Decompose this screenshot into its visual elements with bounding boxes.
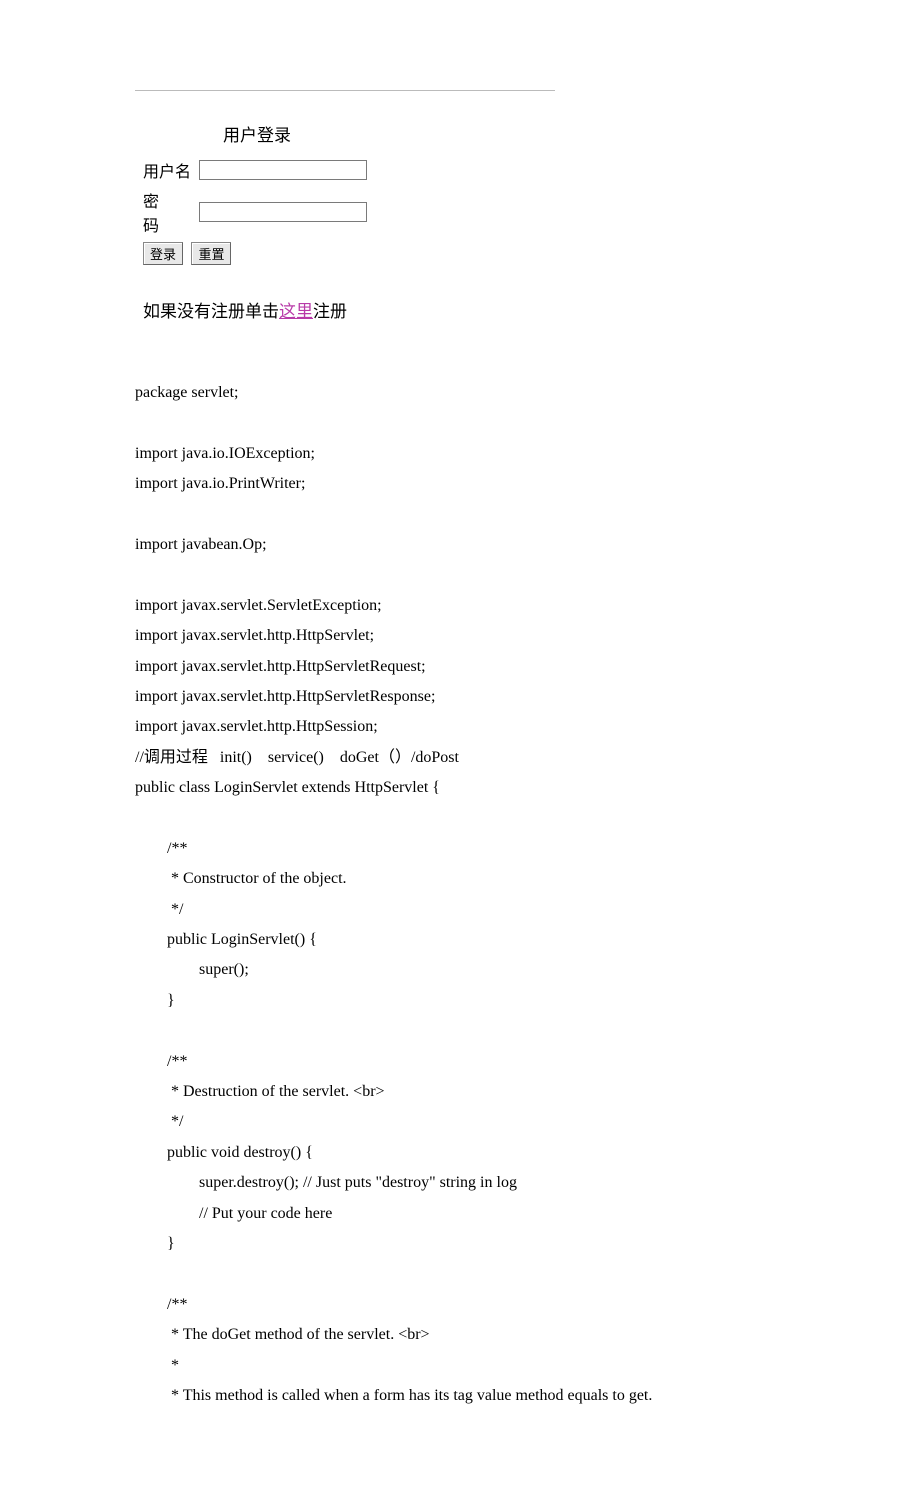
code-line: } [135,992,175,1009]
divider-line [135,90,555,91]
code-line: /** [135,840,187,857]
login-title: 用户登录 [223,121,785,146]
code-line: import java.io.PrintWriter; [135,475,305,492]
code-line: import javax.servlet.http.HttpServletRes… [135,688,435,705]
register-prefix: 如果没有注册单击 [143,302,279,321]
register-line: 如果没有注册单击这里注册 [143,297,785,322]
code-line: public LoginServlet() { [135,931,317,948]
document-page: 用户登录 用户名 密 码 登录 重置 如果没有注册单击这里注册 package … [0,0,920,1501]
username-input[interactable] [199,160,367,180]
code-line: import javax.servlet.http.HttpSession; [135,718,378,735]
code-line: * This method is called when a form has … [135,1387,652,1404]
code-line: public class LoginServlet extends HttpSe… [135,779,440,796]
code-line: */ [135,1113,183,1130]
code-line: import javax.servlet.http.HttpServlet; [135,627,374,644]
code-line: package servlet; [135,384,239,401]
code-line: import javabean.Op; [135,536,267,553]
login-button[interactable]: 登录 [143,242,183,265]
username-row: 用户名 [143,158,785,182]
code-line: super(); [135,961,249,978]
login-form: 用户登录 用户名 密 码 登录 重置 如果没有注册单击这里注册 [143,121,785,322]
password-label: 密 码 [143,188,199,236]
code-line: // Put your code here [135,1205,332,1222]
code-line: /** [135,1296,187,1313]
code-line: import java.io.IOException; [135,445,315,462]
code-line: /** [135,1053,187,1070]
code-line: import javax.servlet.http.HttpServletReq… [135,658,426,675]
password-input[interactable] [199,202,367,222]
code-line: */ [135,901,183,918]
code-line: import javax.servlet.ServletException; [135,597,382,614]
username-label: 用户名 [143,158,199,182]
code-line: //调用过程 init() service() doGet（）/doPost [135,749,459,766]
password-row: 密 码 [143,188,785,236]
code-line: * The doGet method of the servlet. <br> [135,1326,430,1343]
code-line: * [135,1357,179,1374]
reset-button[interactable]: 重置 [191,242,231,265]
code-line: } [135,1235,175,1252]
register-link[interactable]: 这里 [279,302,313,321]
code-line: super.destroy(); // Just puts "destroy" … [135,1174,517,1191]
code-block: package servlet; import java.io.IOExcept… [135,378,785,1411]
button-row: 登录 重置 [143,242,785,265]
code-line: * Constructor of the object. [135,870,347,887]
code-line: public void destroy() { [135,1144,313,1161]
code-line: * Destruction of the servlet. <br> [135,1083,385,1100]
register-suffix: 注册 [313,302,347,321]
